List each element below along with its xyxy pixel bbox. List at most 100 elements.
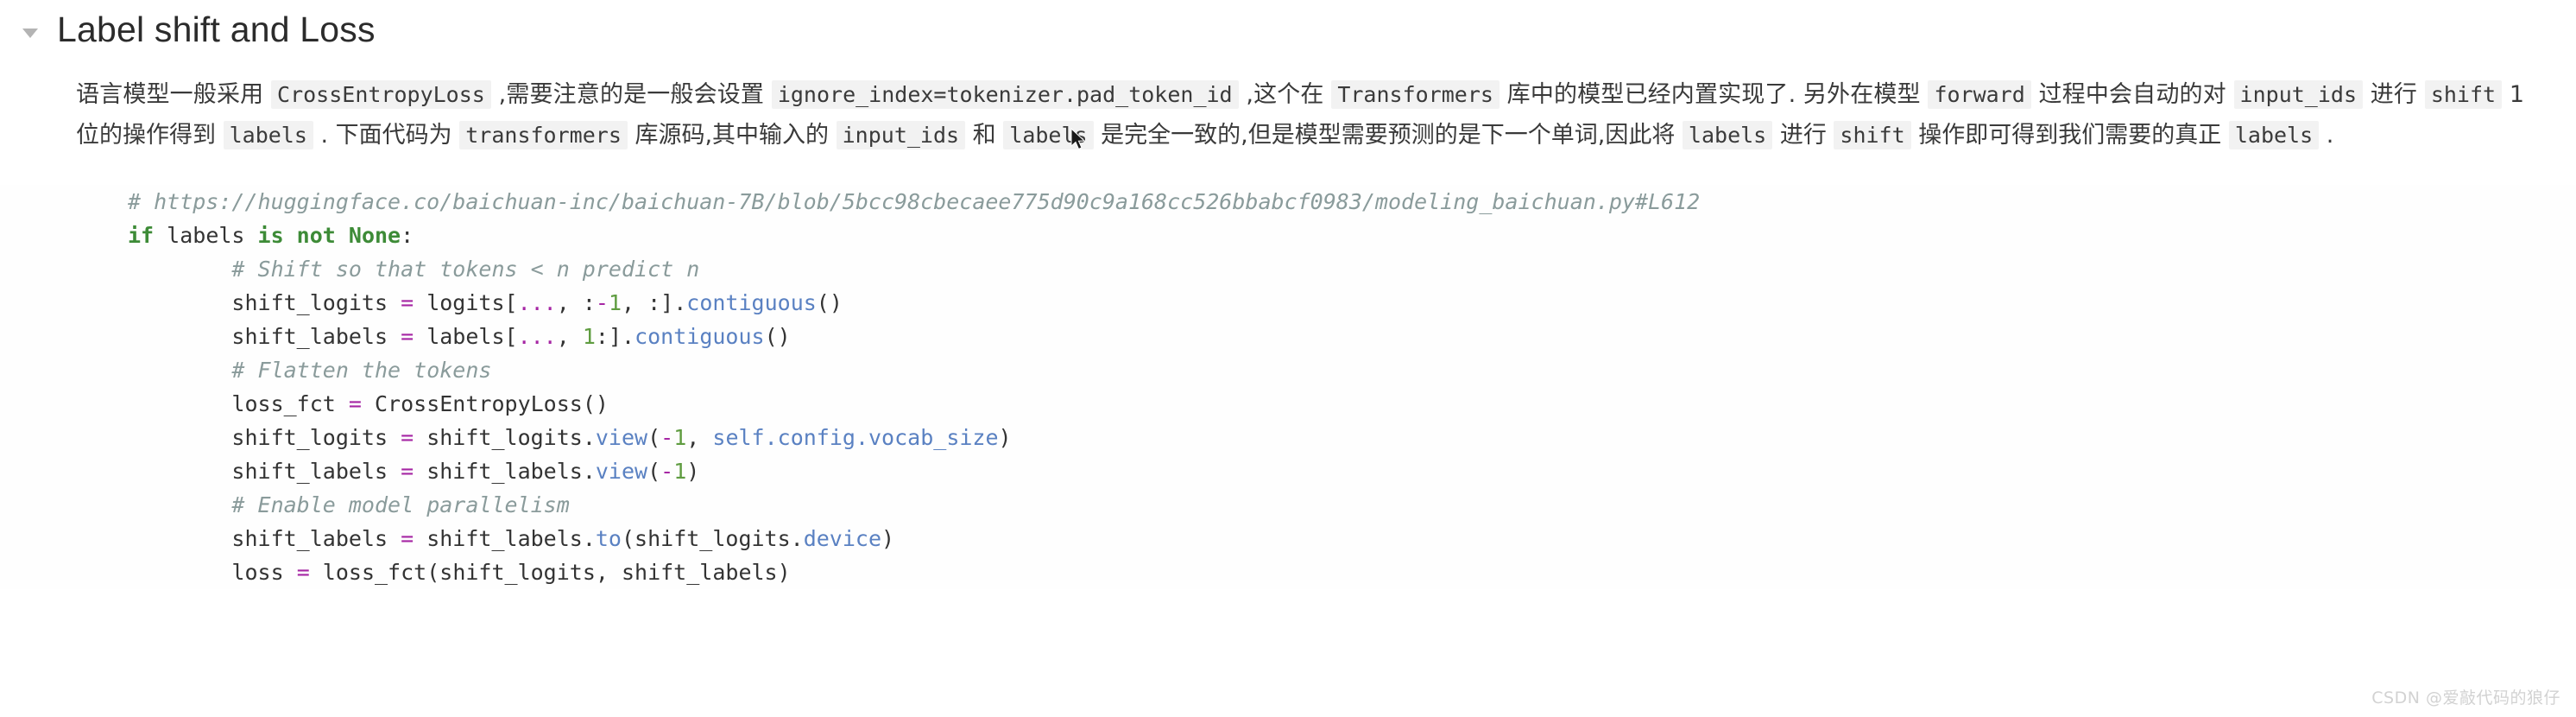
paragraph-text-10: 和: [965, 122, 1004, 149]
code-line: shift_logits = shift_logits.view(-1, sel…: [128, 425, 1012, 450]
code-token-num: 1: [608, 290, 622, 315]
inline-code-labels-2: labels: [1003, 121, 1094, 149]
code-token-plain: ): [881, 526, 895, 551]
code-token-fn: view: [595, 459, 648, 484]
code-token-plain: labels: [154, 223, 258, 248]
code-token-num: 1: [673, 425, 687, 450]
code-token-op: =: [401, 425, 414, 450]
code-token-op: =: [401, 290, 414, 315]
code-token-comment: # Enable model parallelism: [231, 492, 570, 517]
code-token-plain: ): [998, 425, 1012, 450]
code-line: # Enable model parallelism: [128, 492, 570, 517]
code-token-kw: if: [128, 223, 155, 248]
code-token-fn: to: [595, 526, 622, 551]
paragraph-text-1: 语言模型一般采用: [76, 81, 272, 108]
code-content: # https://huggingface.co/baichuan-inc/ba…: [128, 185, 2576, 589]
code-token-op: ...: [517, 324, 557, 349]
code-token-plain: ,: [686, 425, 713, 450]
code-token-plain: :].: [595, 324, 635, 349]
code-line: # https://huggingface.co/baichuan-inc/ba…: [128, 189, 1700, 214]
inline-code-ignore-index: ignore_index=tokenizer.pad_token_id: [771, 80, 1239, 109]
code-token-num: 1: [582, 324, 596, 349]
paragraph-text-3: ,这个在: [1238, 81, 1332, 108]
inline-code-labels-3: labels: [1682, 121, 1773, 149]
section-heading: Label shift and Loss: [0, 0, 2576, 50]
code-token-fn: contiguous: [635, 324, 765, 349]
code-line: loss = loss_fct(shift_logits, shift_labe…: [128, 560, 791, 585]
code-token-plain: loss_fct(shift_logits, shift_labels): [309, 560, 791, 585]
code-line: shift_labels = labels[..., 1:].contiguou…: [128, 324, 791, 349]
code-token-plain: :: [401, 223, 414, 248]
code-token-plain: CrossEntropyLoss(): [361, 391, 609, 416]
code-token-op: -: [660, 459, 674, 484]
paragraph-text-8: . 下面代码为: [313, 122, 460, 149]
code-token-plain: shift_labels: [231, 459, 401, 484]
code-line: # Flatten the tokens: [128, 358, 491, 383]
inline-code-transformers: Transformers: [1331, 80, 1500, 109]
paragraph-text-5: 过程中会自动的对: [2030, 81, 2234, 108]
code-token-op: =: [348, 391, 362, 416]
code-token-plain: shift_logits.: [414, 425, 596, 450]
code-token-op: -: [595, 290, 609, 315]
code-token-op: ...: [517, 290, 557, 315]
code-token-comment: # https://huggingface.co/baichuan-inc/ba…: [128, 189, 1701, 214]
article-section: Label shift and Loss 语言模型一般采用 CrossEntro…: [0, 0, 2576, 717]
code-token-op: -: [660, 425, 674, 450]
code-token-plain: (): [764, 324, 791, 349]
code-token-plain: (shift_logits.: [621, 526, 804, 551]
code-token-kw: is not None: [257, 223, 401, 248]
code-line: if labels is not None:: [128, 223, 414, 248]
inline-code-input-ids-2: input_ids: [836, 121, 966, 149]
code-token-op: =: [401, 324, 414, 349]
code-token-plain: shift_labels: [231, 526, 401, 551]
paragraph-text-6: 进行: [2363, 81, 2425, 108]
code-token-plain: , :].: [622, 290, 687, 315]
code-line: shift_logits = logits[..., :-1, :].conti…: [128, 290, 843, 315]
inline-code-labels-1: labels: [223, 121, 313, 149]
paragraph-text-9: 库源码,其中输入的: [627, 122, 837, 149]
chevron-down-triangle-icon[interactable]: [19, 22, 41, 44]
paragraph-text-4: 库中的模型已经内置实现了. 另外在模型: [1499, 81, 1929, 108]
code-token-fn: self.config.vocab_size: [712, 425, 999, 450]
code-line: # Shift so that tokens < n predict n: [128, 257, 699, 282]
code-token-plain: loss: [231, 560, 297, 585]
code-token-plain: (): [816, 290, 843, 315]
inline-code-shift-1: shift: [2424, 80, 2503, 109]
code-token-plain: shift_logits: [231, 425, 401, 450]
code-token-plain: logits[: [414, 290, 518, 315]
code-token-plain: (: [647, 459, 661, 484]
paragraph-text-14: .: [2319, 122, 2334, 149]
paragraph-text-12: 进行: [1772, 122, 1834, 149]
code-token-fn: view: [595, 425, 648, 450]
inline-code-crossentropyloss: CrossEntropyLoss: [271, 80, 491, 109]
code-line: loss_fct = CrossEntropyLoss(): [128, 391, 609, 416]
code-token-plain: shift_labels.: [414, 526, 596, 551]
page-title: Label shift and Loss: [57, 10, 376, 50]
code-token-plain: , :: [556, 290, 596, 315]
intro-paragraph: 语言模型一般采用 CrossEntropyLoss ,需要注意的是一般会设置 i…: [0, 74, 2576, 155]
code-token-op: =: [401, 526, 414, 551]
code-line: shift_labels = shift_labels.to(shift_log…: [128, 526, 894, 551]
code-token-plain: shift_logits: [231, 290, 401, 315]
inline-code-transformers-lib: transformers: [459, 121, 628, 149]
code-token-plain: ): [686, 459, 700, 484]
inline-code-input-ids-1: input_ids: [2233, 80, 2364, 109]
code-token-op: =: [401, 459, 414, 484]
code-token-plain: (: [647, 425, 661, 450]
code-token-fn: contiguous: [686, 290, 817, 315]
code-token-plain: shift_labels.: [414, 459, 596, 484]
inline-code-shift-2: shift: [1834, 121, 1911, 149]
code-block[interactable]: # https://huggingface.co/baichuan-inc/ba…: [0, 185, 2576, 589]
code-token-plain: labels[: [414, 324, 518, 349]
code-token-plain: shift_labels: [231, 324, 401, 349]
code-token-plain: ,: [556, 324, 583, 349]
code-token-fn: device: [803, 526, 882, 551]
code-token-comment: # Flatten the tokens: [231, 358, 492, 383]
paragraph-text-13: 操作即可得到我们需要的真正: [1910, 122, 2229, 149]
paragraph-text-11: 是完全一致的,但是模型需要预测的是下一个单词,因此将: [1093, 122, 1683, 149]
paragraph-text-2: ,需要注意的是一般会设置: [490, 81, 772, 108]
code-token-op: =: [296, 560, 310, 585]
code-token-num: 1: [673, 459, 687, 484]
code-line: shift_labels = shift_labels.view(-1): [128, 459, 699, 484]
code-token-comment: # Shift so that tokens < n predict n: [231, 257, 700, 282]
